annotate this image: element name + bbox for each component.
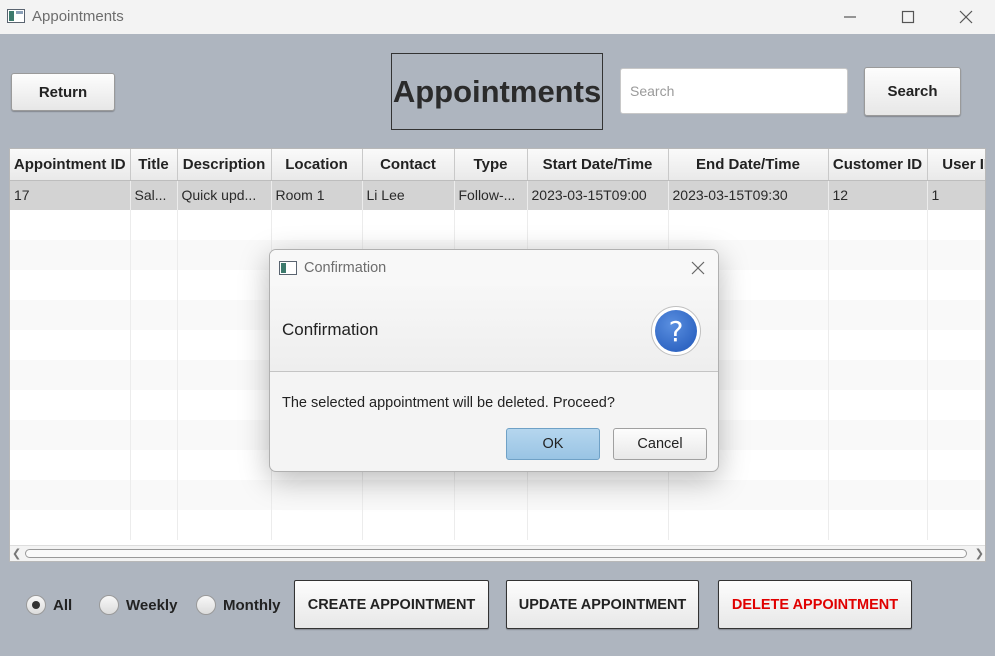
search-button[interactable]: Search — [864, 67, 961, 116]
minimize-button[interactable] — [821, 0, 879, 34]
table-row[interactable]: 17 Sal... Quick upd... Room 1 Li Lee Fol… — [10, 180, 985, 210]
column-header-start[interactable]: Start Date/Time — [527, 149, 669, 181]
page-title: Appointments — [392, 73, 602, 109]
radio-monthly-label: Monthly — [223, 596, 281, 614]
search-input[interactable] — [620, 68, 848, 114]
question-icon-glyph: ? — [655, 310, 697, 352]
cell-end: 2023-03-15T09:30 — [668, 180, 829, 210]
column-header-appointment-id[interactable]: Appointment ID — [10, 149, 131, 181]
radio-weekly[interactable]: Weekly — [99, 595, 177, 615]
dialog-titlebar: Confirmation — [270, 250, 718, 286]
radio-weekly-label: Weekly — [126, 596, 178, 614]
dialog-window-title: Confirmation — [304, 260, 387, 276]
window-close-button[interactable] — [937, 0, 995, 34]
update-appointment-button[interactable]: UPDATE APPOINTMENT — [506, 580, 699, 629]
maximize-button[interactable] — [879, 0, 937, 34]
delete-appointment-button[interactable]: DELETE APPOINTMENT — [718, 580, 912, 629]
maximize-icon — [901, 10, 915, 24]
table-header-row: Appointment ID Title Description Locatio… — [10, 149, 985, 181]
confirmation-dialog: Confirmation Confirmation ? The selected… — [269, 249, 719, 472]
cancel-button[interactable]: Cancel — [613, 428, 707, 460]
cell-contact: Li Lee — [362, 180, 455, 210]
radio-all-label: All — [53, 596, 73, 614]
column-header-end[interactable]: End Date/Time — [668, 149, 829, 181]
return-button[interactable]: Return — [11, 73, 115, 111]
radio-all-indicator[interactable] — [26, 595, 46, 615]
cell-start: 2023-03-15T09:00 — [527, 180, 669, 210]
column-header-contact[interactable]: Contact — [362, 149, 455, 181]
radio-monthly-indicator[interactable] — [196, 595, 216, 615]
cell-appointment-id: 17 — [10, 180, 131, 210]
scroll-right-icon[interactable]: ❯ — [975, 547, 984, 560]
create-appointment-button[interactable]: CREATE APPOINTMENT — [294, 580, 489, 629]
column-header-location[interactable]: Location — [271, 149, 363, 181]
minimize-icon — [844, 16, 856, 18]
radio-weekly-indicator[interactable] — [99, 595, 119, 615]
cell-type: Follow-... — [454, 180, 528, 210]
close-icon — [691, 261, 705, 275]
horizontal-scrollbar[interactable]: ❮ ❯ — [10, 545, 985, 561]
radio-all[interactable]: All — [26, 595, 72, 615]
cell-user-id: 1 — [927, 180, 985, 210]
cell-description: Quick upd... — [177, 180, 272, 210]
question-icon: ? — [651, 306, 701, 356]
scroll-left-icon[interactable]: ❮ — [12, 547, 21, 560]
column-header-type[interactable]: Type — [454, 149, 528, 181]
window-title: Appointments — [32, 8, 124, 25]
empty-row — [10, 210, 985, 240]
dialog-close-button[interactable] — [688, 259, 708, 277]
dialog-app-icon — [279, 261, 297, 275]
page-title-box: Appointments — [391, 53, 603, 130]
ok-button[interactable]: OK — [506, 428, 600, 460]
empty-row — [10, 480, 985, 510]
close-icon — [959, 10, 973, 24]
cell-title: Sal... — [130, 180, 178, 210]
dialog-message: The selected appointment will be deleted… — [282, 395, 615, 411]
column-header-title[interactable]: Title — [130, 149, 178, 181]
dialog-header-text: Confirmation — [282, 320, 379, 339]
window-titlebar: Appointments — [0, 0, 995, 34]
cell-customer-id: 12 — [828, 180, 928, 210]
cell-location: Room 1 — [271, 180, 363, 210]
column-header-user-id[interactable]: User ID — [927, 149, 985, 181]
column-header-description[interactable]: Description — [177, 149, 272, 181]
app-icon — [7, 9, 25, 23]
radio-monthly[interactable]: Monthly — [196, 595, 281, 615]
column-header-customer-id[interactable]: Customer ID — [828, 149, 928, 181]
empty-row — [10, 510, 985, 540]
scrollbar-thumb[interactable] — [25, 549, 967, 558]
